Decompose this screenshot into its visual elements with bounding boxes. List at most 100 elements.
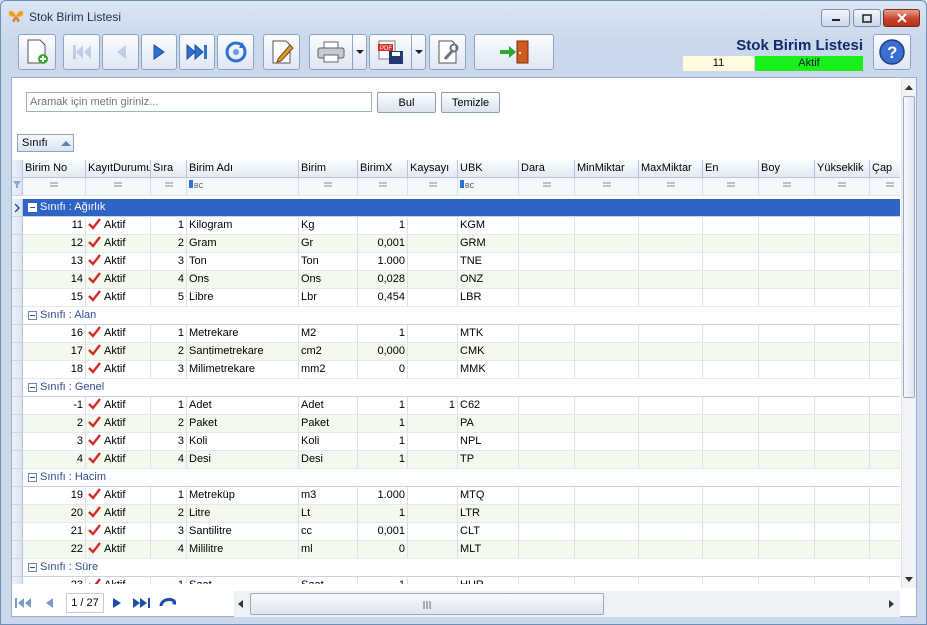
filter-cell[interactable] [151, 178, 187, 196]
edit-button[interactable] [263, 34, 300, 70]
column-header[interactable]: MinMiktar [575, 160, 639, 178]
pager-next-button[interactable] [108, 595, 126, 611]
group-label: Sınıfı : Süre [40, 561, 99, 573]
scroll-down-icon[interactable] [902, 572, 917, 587]
help-button[interactable]: ? [873, 34, 911, 70]
filter-cell[interactable] [759, 178, 815, 196]
table-row[interactable]: 16 Aktif 1 Metrekare M2 1 MTK [12, 325, 900, 343]
table-row[interactable]: 20 Aktif 2 Litre Lt 1 LTR [12, 505, 900, 523]
column-header[interactable]: En [703, 160, 759, 178]
column-header[interactable]: Çap [870, 160, 900, 178]
first-record-button[interactable] [63, 34, 100, 70]
table-row[interactable]: 4 Aktif 4 Desi Desi 1 TP [12, 451, 900, 469]
print-dropdown-button[interactable] [353, 34, 367, 70]
horizontal-scrollbar[interactable] [234, 591, 900, 617]
table-row[interactable]: 11 Aktif 1 Kilogram Kg 1 KGM [12, 217, 900, 235]
collapse-icon[interactable] [28, 473, 37, 482]
refresh-button[interactable] [217, 34, 254, 70]
column-header[interactable]: MaxMiktar [639, 160, 703, 178]
filter-cell[interactable] [519, 178, 575, 196]
column-header[interactable]: Yükseklik [815, 160, 870, 178]
scroll-right-icon[interactable] [884, 591, 898, 617]
filter-cell[interactable] [358, 178, 408, 196]
table-row[interactable]: 12 Aktif 2 Gram Gr 0,001 GRM [12, 235, 900, 253]
new-record-button[interactable] [18, 34, 56, 70]
export-pdf-button[interactable]: PDF [369, 34, 412, 70]
scroll-left-icon[interactable] [234, 591, 248, 617]
column-header[interactable]: Kaysayı [408, 160, 458, 178]
group-row[interactable]: Sınıfı : Ağırlık [12, 199, 900, 217]
previous-record-button[interactable] [102, 34, 139, 70]
pager-previous-button[interactable] [40, 595, 58, 611]
pager-first-button[interactable] [14, 595, 32, 611]
table-row[interactable]: 21 Aktif 3 Santilitre cc 0,001 CLT [12, 523, 900, 541]
exit-button[interactable] [474, 34, 554, 70]
table-cell [575, 577, 639, 584]
group-row[interactable]: Sınıfı : Genel [12, 379, 900, 397]
collapse-icon[interactable] [28, 203, 37, 212]
table-row[interactable]: 19 Aktif 1 Metreküp m3 1.000 MTQ [12, 487, 900, 505]
table-cell: TP [458, 451, 519, 469]
table-row[interactable]: 18 Aktif 3 Milimetrekare mm2 0 MMK [12, 361, 900, 379]
group-by-chip[interactable]: Sınıfı [17, 134, 74, 152]
column-header[interactable]: Birim [299, 160, 358, 178]
previous-page-icon [46, 598, 53, 608]
pager-last-button[interactable] [132, 595, 150, 611]
group-row[interactable]: Sınıfı : Hacim [12, 469, 900, 487]
search-input[interactable] [26, 92, 372, 112]
column-header[interactable]: Birim No [23, 160, 86, 178]
page-indicator[interactable]: 1 / 27 [66, 593, 104, 613]
table-row[interactable]: 22 Aktif 4 Mililitre ml 0 MLT [12, 541, 900, 559]
table-cell [639, 433, 703, 451]
export-dropdown-button[interactable] [412, 34, 426, 70]
horizontal-scroll-thumb[interactable] [250, 593, 604, 615]
filter-text-cell[interactable]: BC [458, 178, 519, 196]
column-header[interactable]: Boy [759, 160, 815, 178]
table-row[interactable]: 17 Aktif 2 Santimetrekare cm2 0,000 CMK [12, 343, 900, 361]
table-row[interactable]: 13 Aktif 3 Ton Ton 1.000 TNE [12, 253, 900, 271]
table-row[interactable]: 3 Aktif 3 Koli Koli 1 NPL [12, 433, 900, 451]
filter-cell[interactable] [23, 178, 86, 196]
table-row[interactable]: 2 Aktif 2 Paket Paket 1 PA [12, 415, 900, 433]
filter-cell[interactable] [299, 178, 358, 196]
pager-refresh-button[interactable] [158, 595, 176, 611]
close-button[interactable] [883, 9, 920, 27]
filter-cell[interactable] [639, 178, 703, 196]
minimize-button[interactable] [821, 9, 850, 27]
filter-cell[interactable] [870, 178, 900, 196]
column-header[interactable]: BirimX [358, 160, 408, 178]
maximize-button[interactable] [853, 9, 881, 27]
column-header[interactable]: UBK [458, 160, 519, 178]
group-row[interactable]: Sınıfı : Süre [12, 559, 900, 577]
print-button[interactable] [309, 34, 353, 70]
group-row[interactable]: Sınıfı : Alan [12, 307, 900, 325]
scroll-up-icon[interactable] [902, 80, 917, 95]
collapse-icon[interactable] [28, 563, 37, 572]
filter-cell[interactable] [815, 178, 870, 196]
table-row[interactable]: 23Aktif1SaatSaat1HUR [12, 577, 900, 584]
filter-cell[interactable] [408, 178, 458, 196]
column-header[interactable]: KayıtDurumu [86, 160, 151, 178]
table-cell: 4 [151, 451, 187, 469]
table-row[interactable]: 14 Aktif 4 Ons Ons 0,028 ONZ [12, 271, 900, 289]
table-row[interactable]: 15 Aktif 5 Libre Lbr 0,454 LBR [12, 289, 900, 307]
column-header[interactable]: Sıra [151, 160, 187, 178]
filter-cell[interactable] [703, 178, 759, 196]
column-header[interactable]: Birim Adı [187, 160, 299, 178]
vertical-scroll-thumb[interactable] [903, 96, 915, 398]
filter-cell[interactable] [575, 178, 639, 196]
next-record-button[interactable] [141, 34, 177, 70]
column-header[interactable]: Dara [519, 160, 575, 178]
clear-button[interactable]: Temizle [441, 92, 500, 113]
collapse-icon[interactable] [28, 383, 37, 392]
filter-text-cell[interactable]: BC [187, 178, 299, 196]
last-record-button[interactable] [179, 34, 215, 70]
vertical-scrollbar[interactable] [901, 78, 916, 588]
filter-cell[interactable] [86, 178, 151, 196]
table-cell [408, 271, 458, 289]
table-cell [703, 541, 759, 559]
find-button[interactable]: Bul [377, 92, 436, 113]
collapse-icon[interactable] [28, 311, 37, 320]
table-row[interactable]: -1 Aktif 1 Adet Adet 1 1 C62 [12, 397, 900, 415]
settings-button[interactable] [429, 34, 466, 70]
